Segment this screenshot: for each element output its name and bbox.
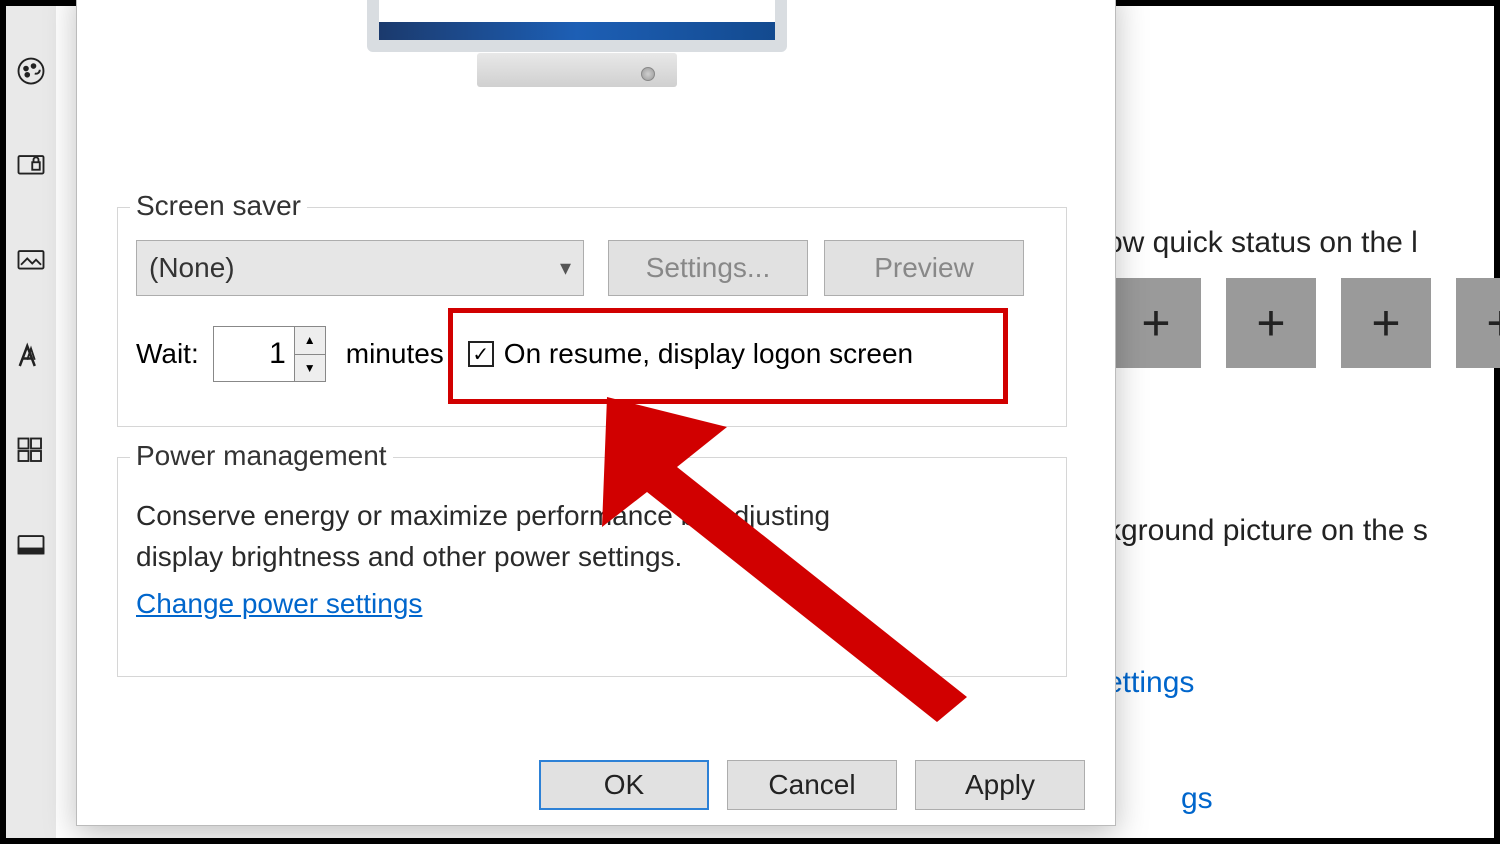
background-tip-text: kground picture on the s: [1106, 514, 1428, 548]
on-resume-checkbox[interactable]: ✓: [468, 341, 494, 367]
power-management-group: Power management Conserve energy or maxi…: [117, 457, 1067, 677]
lock-screen-icon[interactable]: [16, 151, 46, 181]
button-label: OK: [604, 769, 644, 801]
screensaver-legend: Screen saver: [130, 190, 307, 222]
add-status-app-tile[interactable]: +: [1226, 278, 1316, 368]
on-resume-row: ✓ On resume, display logon screen: [468, 338, 913, 370]
on-resume-label: On resume, display logon screen: [504, 338, 913, 370]
screensaver-preview-button[interactable]: Preview: [824, 240, 1024, 296]
wait-value: 1: [214, 327, 294, 381]
palette-icon[interactable]: [16, 56, 46, 86]
monitor-taskbar: [379, 22, 775, 40]
add-status-app-tile[interactable]: +: [1456, 278, 1500, 368]
apply-button[interactable]: Apply: [915, 760, 1085, 810]
cancel-button[interactable]: Cancel: [727, 760, 897, 810]
settings-sidebar: [6, 6, 56, 838]
add-status-app-tile[interactable]: +: [1111, 278, 1201, 368]
spinner-down-button[interactable]: ▼: [295, 355, 325, 382]
spinner-up-button[interactable]: ▲: [295, 327, 325, 355]
screensaver-group: Screen saver (None) ▾ Settings... Previe…: [117, 207, 1067, 427]
change-power-settings-link[interactable]: Change power settings: [136, 588, 422, 620]
dialog-buttons: OK Cancel Apply: [539, 760, 1085, 810]
screensaver-select-value: (None): [149, 252, 235, 284]
screensaver-settings-button[interactable]: Settings...: [608, 240, 808, 296]
wait-unit: minutes: [346, 338, 444, 370]
related-link-partial[interactable]: ettings: [1106, 666, 1194, 700]
preview-monitor-graphic: [367, 0, 787, 87]
status-tip-text: ow quick status on the l: [1106, 226, 1418, 260]
monitor-power-button-icon: [641, 67, 655, 81]
power-description: Conserve energy or maximize performance …: [136, 496, 836, 577]
fonts-icon[interactable]: [16, 341, 46, 371]
chevron-down-icon: ▾: [560, 255, 571, 281]
start-icon[interactable]: [16, 436, 46, 466]
button-label: Apply: [965, 769, 1035, 801]
taskbar-icon[interactable]: [16, 531, 46, 561]
add-status-app-tile[interactable]: +: [1341, 278, 1431, 368]
monitor-base: [477, 53, 677, 87]
button-label: Cancel: [768, 769, 855, 801]
wait-row: Wait: 1 ▲ ▼ minutes ✓ On resume, display…: [136, 326, 913, 382]
power-legend: Power management: [130, 440, 393, 472]
screensaver-select[interactable]: (None) ▾: [136, 240, 584, 296]
wait-label: Wait:: [136, 338, 199, 370]
themes-icon[interactable]: [16, 246, 46, 276]
ok-button[interactable]: OK: [539, 760, 709, 810]
screensaver-settings-dialog: Screen saver (None) ▾ Settings... Previe…: [76, 0, 1116, 826]
button-label: Settings...: [646, 252, 771, 284]
related-link-partial-2[interactable]: gs: [1181, 782, 1213, 816]
wait-minutes-spinner[interactable]: 1 ▲ ▼: [213, 326, 326, 382]
button-label: Preview: [874, 252, 974, 284]
